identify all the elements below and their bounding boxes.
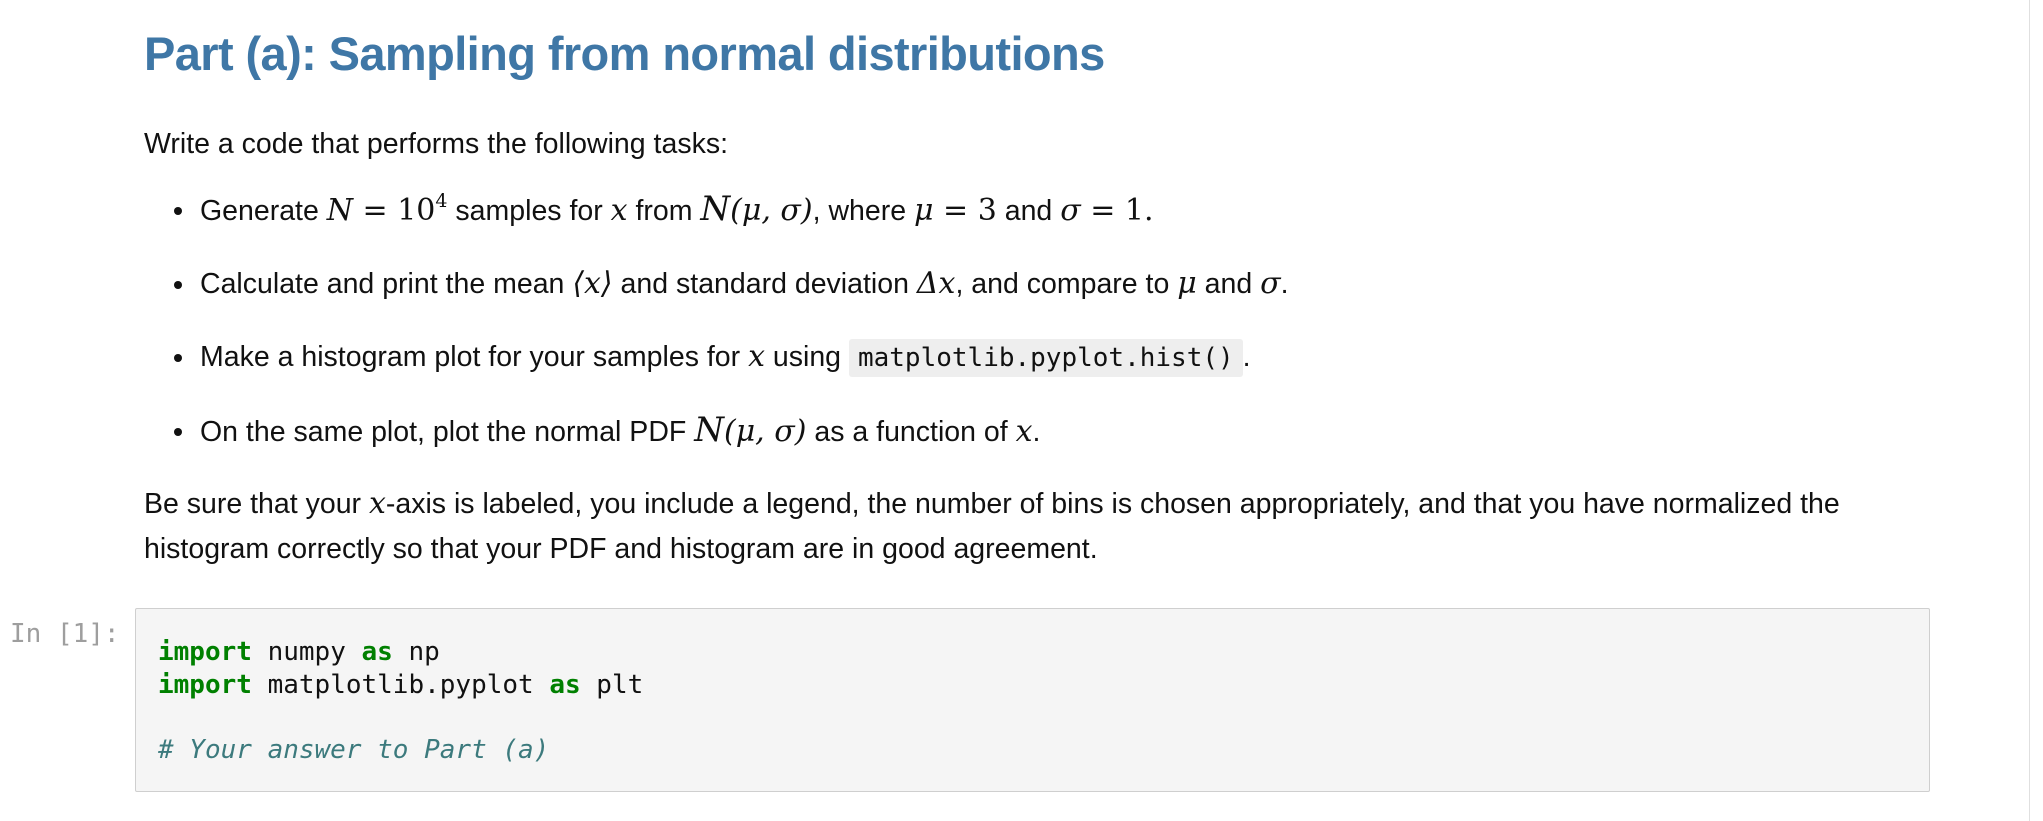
math-n: N = 104 [326,190,448,229]
task-list: Generate N = 104 samples for x from N(μ,… [144,187,1924,455]
code-blank-line[interactable] [158,701,1929,734]
keyword-import: import [158,669,252,700]
task-text: and [1196,268,1261,300]
task-text: using [764,341,849,373]
code-line[interactable]: # Your answer to Part (a) [158,734,1929,767]
math-sigma: σ [1260,266,1281,301]
code-text: matplotlib.pyplot [251,669,550,700]
task-text: . [1032,416,1041,448]
task-item-pdf: On the same plot, plot the normal PDF N(… [174,408,1924,455]
code-line[interactable]: import numpy as np [158,636,1929,669]
paragraph-text: -axis is labeled, you include a legend, … [144,488,1840,565]
keyword-import: import [158,637,252,667]
task-text: , where [812,195,915,227]
math-mu-eq: μ = 3 [914,193,997,228]
task-text: Calculate and print the mean [200,268,573,300]
code-line[interactable]: import matplotlib.pyplot as plt [158,669,1929,702]
math-normal-dist: N(μ, σ) [700,189,813,229]
math-sigma-eq: σ = 1. [1060,193,1153,228]
math-mu: μ [914,193,934,228]
task-text: On the same plot, plot the normal PDF [200,416,695,448]
math-params: (μ, σ) [730,193,813,228]
math-x: x [748,339,765,374]
task-text: and standard deviation [612,268,917,300]
instructions-paragraph: Be sure that your x-axis is labeled, you… [144,481,1924,572]
math-number: 10 [397,193,436,228]
code-comment: # Your answer to Part (a) [158,734,550,765]
math-normal-dist: N(μ, σ) [694,410,807,450]
paragraph-text: Be sure that your [144,488,369,520]
code-text: np [392,637,440,667]
math-exponent: 4 [435,190,448,212]
task-text: . [1280,268,1289,300]
notebook-right-border [2029,0,2030,821]
inline-code: matplotlib.pyplot.hist() [848,339,1243,377]
section-heading: Part (a): Sampling from normal distribut… [144,27,1105,80]
keyword-as: as [549,669,581,700]
math-calligraphic-n: N [694,410,724,450]
intro-text: Write a code that performs the following… [144,128,728,160]
code-text: numpy [251,637,362,667]
task-item-generate: Generate N = 104 samples for x from N(μ,… [174,187,1924,234]
keyword-as: as [361,637,393,667]
math-equals: = [353,193,398,228]
task-text: from [627,195,701,227]
task-text: as a function of [806,416,1016,448]
task-item-mean-std: Calculate and print the mean ⟨x⟩ and sta… [174,261,1924,307]
task-text: . [1242,341,1251,373]
math-x: x [610,193,628,228]
task-item-histogram: Make a histogram plot for your samples f… [174,334,1924,381]
math-calligraphic-n: N [700,189,731,229]
math-x: x [368,486,386,521]
math-value: = 1 [1080,193,1144,228]
task-text: and [996,195,1061,227]
math-delta-x: Δx [916,266,956,301]
task-text: Make a histogram plot for your samples f… [200,341,749,373]
math-sigma: σ [1060,193,1081,228]
code-text: plt [580,669,644,700]
task-text: Generate [200,195,327,227]
task-text: , and compare to [955,268,1178,300]
markdown-cell[interactable]: Part (a): Sampling from normal distribut… [144,18,1924,572]
math-mean: ⟨x⟩ [572,266,613,301]
code-cell-editor[interactable]: import numpy as np import matplotlib.pyp… [135,608,1930,792]
math-x: x [1015,414,1033,449]
task-text: samples for [447,195,611,227]
math-params: (μ, σ) [723,414,807,449]
math-period: . [1143,193,1154,228]
cell-input-prompt: In [1]: [10,619,120,649]
math-var: N [326,193,353,228]
math-mu: μ [1177,266,1197,301]
math-value: = 3 [933,193,997,228]
